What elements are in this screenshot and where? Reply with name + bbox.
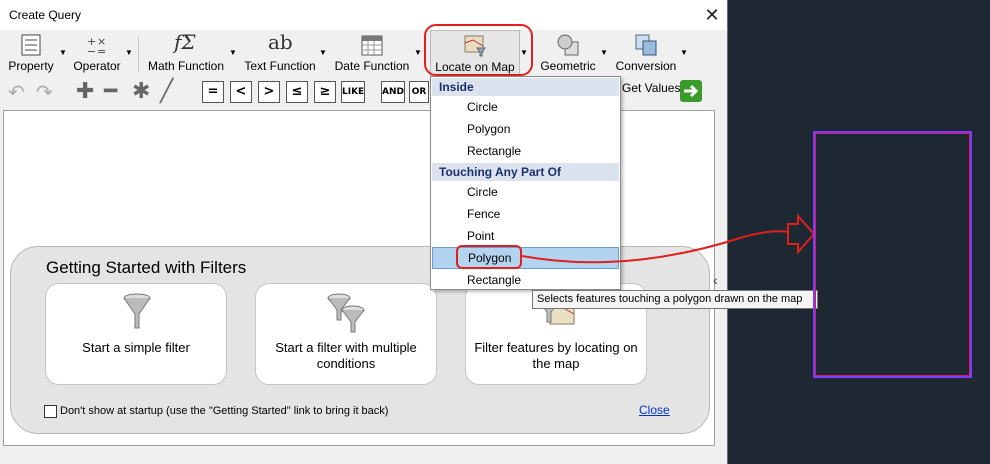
text-function-label: Text Function [244, 59, 316, 73]
property-label: Property [8, 59, 54, 73]
menu-item-touching-circle[interactable]: Circle [432, 181, 619, 203]
equals-button[interactable]: = [202, 81, 224, 103]
plus-icon[interactable]: ✚ [76, 79, 94, 105]
annotation-outline [424, 24, 533, 76]
ribbon-divider [138, 36, 139, 72]
and-button[interactable]: AND [381, 81, 405, 103]
redo-icon[interactable]: ↷ [36, 79, 53, 105]
less-equal-button[interactable]: ≤ [286, 81, 308, 103]
dont-show-checkbox[interactable] [44, 405, 57, 418]
close-icon[interactable]: ✕ [700, 3, 724, 27]
annotation-arrow [521, 213, 816, 264]
greater-equal-button[interactable]: ≥ [314, 81, 336, 103]
menu-item-inside-rectangle[interactable]: Rectangle [432, 140, 619, 162]
operator-icon: + × − = [87, 35, 106, 57]
greater-than-button[interactable]: > [258, 81, 280, 103]
window-title: Create Query [9, 8, 82, 22]
title-bar: Create Query ✕ [0, 0, 727, 30]
geometric-label: Geometric [540, 59, 596, 73]
menu-item-inside-polygon[interactable]: Polygon [432, 118, 619, 140]
property-button[interactable]: Property [4, 30, 58, 76]
multiply-icon[interactable]: ✱ [132, 79, 150, 105]
menu-item-inside-circle[interactable]: Circle [432, 96, 619, 118]
property-icon [21, 34, 41, 56]
math-function-icon: fΣ [174, 30, 196, 54]
math-function-label: Math Function [147, 59, 225, 73]
funnel-icon [123, 293, 151, 329]
svg-text:=: = [97, 45, 106, 57]
divide-icon[interactable]: ╱ [160, 79, 173, 105]
geometric-button[interactable]: Geometric [536, 30, 600, 76]
text-function-icon: ab [268, 30, 293, 54]
minus-icon[interactable]: ━ [104, 79, 117, 105]
chevron-down-icon[interactable]: ▼ [229, 48, 237, 57]
funnels-icon [327, 293, 365, 333]
card-label: Filter features by locating on the map [474, 340, 638, 371]
simple-filter-card[interactable]: Start a simple filter [45, 283, 227, 385]
chevron-down-icon[interactable]: ▼ [414, 48, 422, 57]
like-button[interactable]: LIKE [341, 81, 365, 103]
conversion-button[interactable]: Conversion [612, 30, 680, 76]
chevron-down-icon[interactable]: ▼ [319, 48, 327, 57]
ribbon: Property ▼ + × − = Operator ▼ fΣ Math Fu… [0, 30, 727, 76]
menu-section-inside: Inside [432, 78, 619, 96]
status-bar [0, 446, 727, 464]
conversion-label: Conversion [615, 59, 677, 73]
chevron-down-icon[interactable]: ▼ [59, 48, 67, 57]
chevron-down-icon[interactable]: ▼ [600, 48, 608, 57]
drawn-polygon [813, 131, 972, 378]
dont-show-label: Don't show at startup (use the "Getting … [60, 405, 389, 417]
multiple-conditions-card[interactable]: Start a filter with multiple conditions [255, 283, 437, 385]
arrow-right-icon[interactable] [680, 80, 702, 102]
card-label: Start a filter with multiple conditions [275, 340, 417, 371]
or-button[interactable]: OR [409, 81, 429, 103]
conversion-icon [635, 34, 657, 56]
geometric-icon [557, 34, 579, 56]
date-function-label: Date Function [334, 59, 410, 73]
chevron-down-icon[interactable]: ▼ [680, 48, 688, 57]
chevron-down-icon[interactable]: ▼ [125, 48, 133, 57]
date-function-button[interactable]: Date Function [332, 30, 412, 76]
close-link[interactable]: Close [639, 403, 670, 417]
svg-text:−: − [87, 45, 96, 57]
tooltip: Selects features touching a polygon draw… [532, 290, 818, 309]
getting-started-title: Getting Started with Filters [46, 258, 247, 277]
annotation-outline [456, 245, 522, 269]
get-values-button[interactable]: Get Values [622, 81, 680, 95]
undo-icon[interactable]: ↶ [8, 79, 25, 105]
operator-label: Operator [73, 59, 121, 73]
menu-section-touching: Touching Any Part Of [432, 163, 619, 181]
text-function-button[interactable]: ab Text Function [242, 30, 318, 76]
card-label: Start a simple filter [82, 340, 190, 355]
operator-button[interactable]: + × − = Operator [70, 30, 124, 76]
less-than-button[interactable]: < [230, 81, 252, 103]
math-function-button[interactable]: fΣ Math Function [144, 30, 228, 76]
date-function-icon [361, 35, 383, 56]
